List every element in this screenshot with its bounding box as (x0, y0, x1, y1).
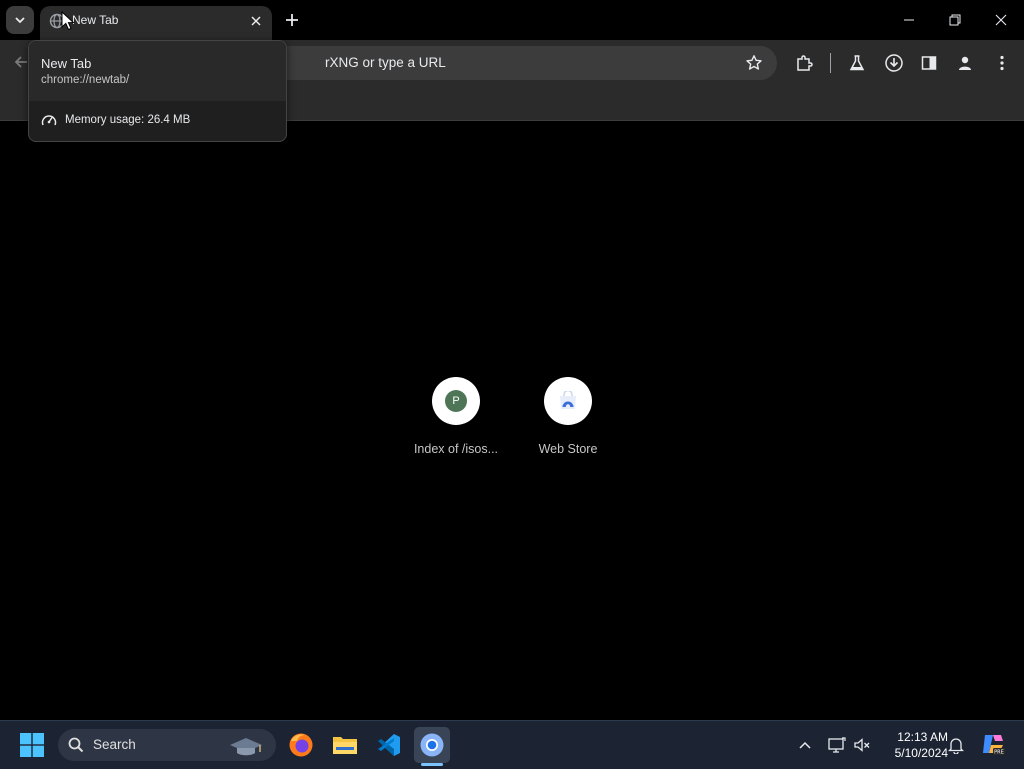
shortcut-label: Web Store (538, 442, 598, 456)
windows-logo-icon (20, 733, 44, 757)
shortcut-label: Index of /isos... (413, 442, 499, 456)
monitor-network-icon (828, 737, 846, 753)
side-panel-button[interactable] (918, 52, 940, 74)
minimize-icon (904, 19, 914, 21)
hover-card-url: chrome://newtab/ (41, 74, 130, 86)
kebab-menu-icon (1000, 55, 1004, 71)
title-bar: New Tab (0, 0, 1024, 40)
taskbar-search-box[interactable]: Search (58, 729, 276, 761)
shortcut-tile[interactable]: P Index of /isos... (400, 376, 512, 466)
taskbar-search-label: Search (93, 737, 136, 752)
chevron-up-icon (799, 741, 811, 749)
tab-hover-card: New Tab chrome://newtab/ Memory usage: 2… (28, 40, 287, 142)
clock-date: 5/10/2024 (894, 746, 948, 760)
downloads-button[interactable] (883, 52, 905, 74)
web-store-icon (560, 391, 576, 409)
extensions-button[interactable] (793, 52, 815, 74)
close-icon (995, 14, 1007, 26)
chrome-taskbar-button[interactable] (414, 727, 450, 763)
hover-card-header: New Tab chrome://newtab/ (29, 41, 286, 101)
toolbar-divider (830, 53, 831, 73)
volume-button[interactable] (852, 735, 872, 755)
show-hidden-icons-button[interactable] (795, 735, 815, 755)
chromium-icon (420, 733, 444, 757)
search-icon (68, 737, 84, 753)
restore-icon (949, 14, 961, 26)
active-app-indicator (421, 763, 443, 766)
speaker-muted-icon (854, 738, 870, 752)
menu-button[interactable] (991, 52, 1013, 74)
notifications-button[interactable] (946, 735, 966, 755)
minimize-button[interactable] (886, 0, 932, 40)
shortcut-tile[interactable]: Web Store (512, 376, 624, 466)
bookmark-star-button[interactable] (745, 54, 763, 72)
labs-button[interactable] (846, 52, 868, 74)
taskbar-clock[interactable]: 12:13 AM 5/10/2024 (876, 729, 948, 761)
plus-icon (286, 14, 298, 26)
star-icon (746, 55, 762, 70)
firefox-icon (289, 733, 313, 757)
mouse-cursor-icon (61, 11, 75, 31)
side-panel-icon (921, 56, 937, 70)
restore-button[interactable] (932, 0, 978, 40)
letter-avatar-icon: P (445, 390, 467, 412)
person-icon (959, 56, 971, 70)
address-bar-placeholder: rXNG or type a URL (325, 55, 446, 70)
folder-icon (333, 737, 357, 754)
file-explorer-taskbar-button[interactable] (327, 727, 363, 763)
firefox-taskbar-button[interactable] (283, 727, 319, 763)
shortcut-icon-circle (544, 377, 592, 425)
tab-close-button[interactable] (248, 13, 264, 29)
flask-icon (849, 55, 865, 71)
start-button[interactable] (20, 733, 44, 757)
graduation-cap-icon (226, 733, 266, 757)
copilot-button[interactable]: PRE (980, 731, 1006, 757)
taskbar: Search 12:13 AM 5/10/2024 PRE (0, 720, 1024, 769)
copilot-icon: PRE (983, 735, 1005, 756)
puzzle-icon (797, 55, 813, 71)
network-button[interactable] (827, 735, 847, 755)
gauge-icon (41, 113, 57, 127)
hover-card-title: New Tab (41, 56, 92, 71)
new-tab-button[interactable] (282, 10, 302, 30)
bell-icon (948, 738, 964, 754)
vscode-taskbar-button[interactable] (371, 727, 407, 763)
close-icon (251, 16, 261, 26)
vscode-icon (378, 734, 400, 756)
chevron-down-icon (15, 17, 25, 24)
svg-text:PRE: PRE (994, 750, 1004, 756)
shortcut-icon-circle: P (432, 377, 480, 425)
tab-title: New Tab (72, 13, 119, 27)
close-window-button[interactable] (978, 0, 1024, 40)
hover-card-memory-usage: Memory usage: 26.4 MB (65, 114, 191, 126)
profile-button[interactable] (954, 52, 976, 74)
tab-search-button[interactable] (6, 6, 34, 34)
clock-time: 12:13 AM (897, 730, 948, 744)
download-icon (885, 54, 903, 72)
